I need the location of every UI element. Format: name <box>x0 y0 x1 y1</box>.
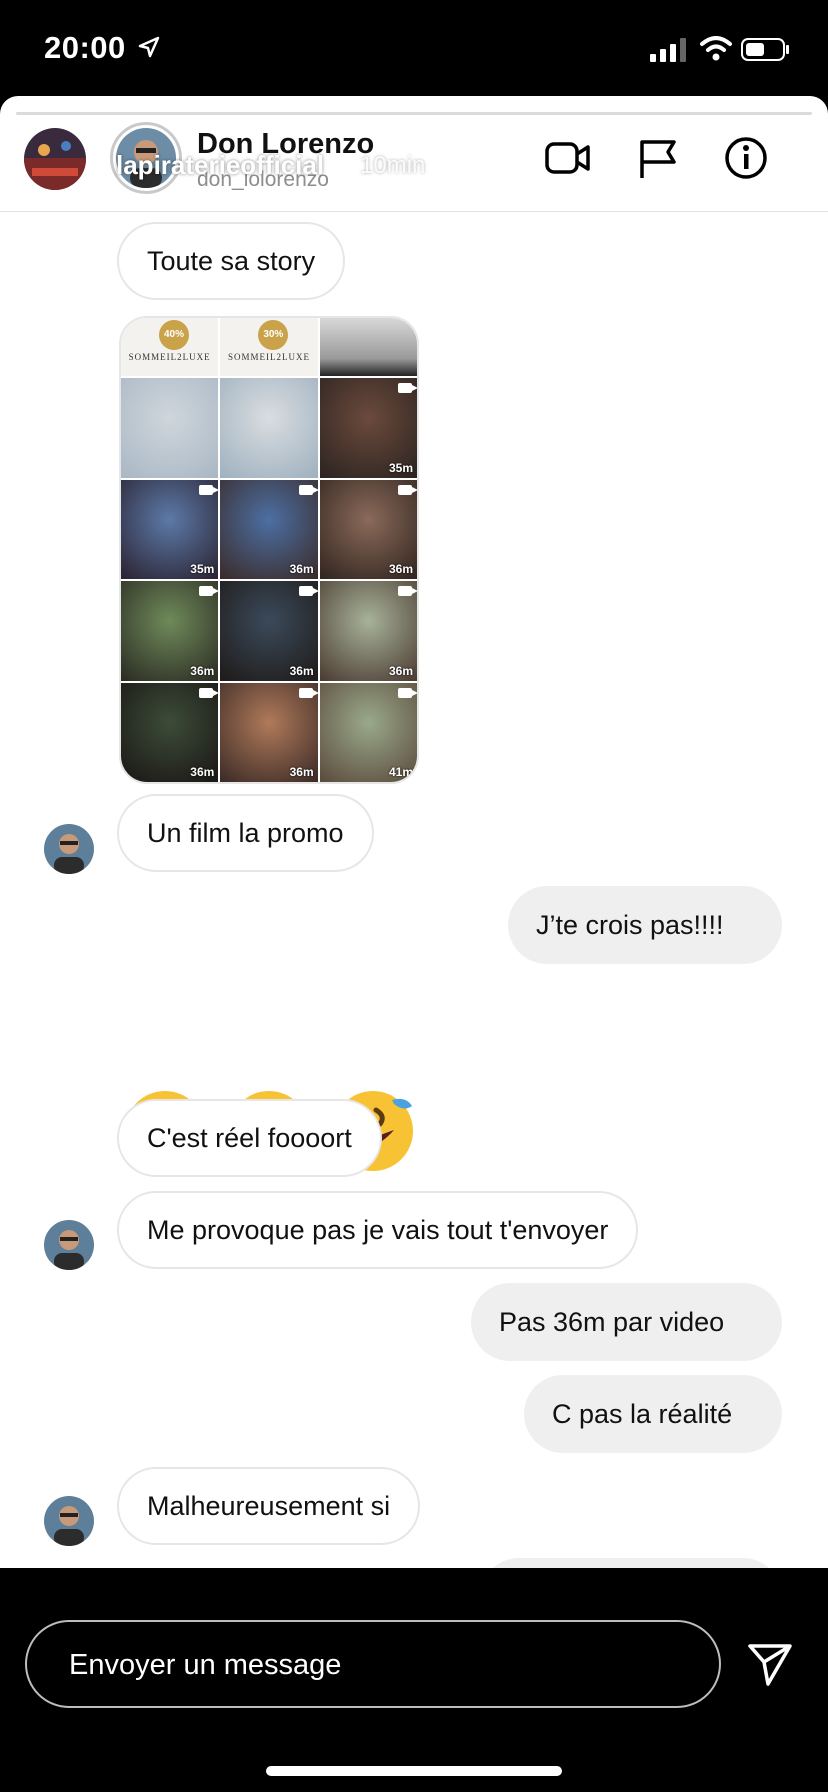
message-input[interactable] <box>67 1622 691 1708</box>
story-thumbnail[interactable]: 36m <box>220 479 318 579</box>
story-thumbnail[interactable]: 35m <box>319 378 417 478</box>
status-bar: 20:00 <box>0 0 828 100</box>
video-icon <box>398 383 417 393</box>
message-text: C'est réel foooort <box>147 1122 352 1153</box>
wifi-icon <box>700 36 732 61</box>
video-icon <box>398 484 417 495</box>
thumbnail-age-label: 36m <box>289 765 314 779</box>
message-text: Un film la promo <box>147 817 344 848</box>
message-avatar[interactable] <box>44 824 94 874</box>
message-text: Toute sa story <box>147 245 316 276</box>
cellular-signal-icon <box>650 38 686 62</box>
story-thumbnail[interactable] <box>220 378 318 478</box>
message-bubble-incoming[interactable]: Toute sa story <box>117 222 346 300</box>
message-bubble-incoming[interactable]: Un film la promo <box>117 794 374 872</box>
message-avatar[interactable] <box>44 1496 94 1546</box>
message-bubble-outgoing[interactable]: Pas 36m par video <box>471 1283 782 1361</box>
message-text: C pas la réalité <box>552 1398 733 1429</box>
message-bubble-outgoing-partial <box>480 1558 782 1568</box>
story-thumbnail[interactable]: 35m <box>121 479 219 579</box>
flag-icon[interactable] <box>638 138 678 180</box>
story-thumbnail[interactable]: 36m <box>319 479 417 579</box>
message-bubble-incoming[interactable]: Malheureusement si <box>117 1467 421 1545</box>
video-icon <box>298 586 318 596</box>
discount-badge: 30% <box>258 320 289 350</box>
thumbnail-age-label: 35m <box>190 562 215 576</box>
story-timestamp: 10min <box>360 152 426 179</box>
message-bubble-incoming[interactable]: Me provoque pas je vais tout t'envoyer <box>117 1191 639 1269</box>
story-thumbnail[interactable] <box>121 378 219 478</box>
story-ad-thumbnail[interactable]: 30% SOMMEIL2LUXE <box>220 318 318 376</box>
story-dm-overlay: Don Lorenzo don_lolorenzo lapiraterieoff… <box>0 96 828 1568</box>
thumbnail-age-label: 36m <box>388 663 413 678</box>
video-icon <box>398 586 417 596</box>
thumbnail-age-label: 36m <box>289 663 314 678</box>
message-text: J’te crois pas!!!! <box>536 909 724 940</box>
message-bubble-incoming[interactable]: C'est réel foooort <box>117 1099 382 1177</box>
thumbnail-age-label: 35m <box>388 460 413 475</box>
status-time: 20:00 <box>44 30 126 65</box>
message-composer[interactable] <box>25 1620 721 1708</box>
message-text: Me provoque pas je vais tout t'envoyer <box>147 1214 609 1245</box>
video-icon <box>298 484 318 495</box>
header-divider <box>0 211 828 212</box>
story-progress-bar <box>16 112 812 115</box>
story-thumbnail[interactable]: 36m <box>121 682 219 782</box>
story-thumbnail[interactable]: 36m <box>121 581 219 681</box>
thumbnail-age-label: 41m <box>388 765 413 779</box>
video-icon <box>199 687 219 698</box>
story-thumbnail-grid: 40% SOMMEIL2LUXE 30% SOMMEIL2LUXE 35m 35m 36m 3… <box>121 318 417 782</box>
story-ad-thumbnail[interactable]: 40% SOMMEIL2LUXE <box>121 318 219 376</box>
message-text: Pas 36m par video <box>499 1306 725 1337</box>
conversation-header: Don Lorenzo don_lolorenzo lapiraterieoff… <box>0 116 828 208</box>
story-thumbnail[interactable]: 36m <box>220 682 318 782</box>
battery-icon <box>741 38 789 61</box>
story-thumbnail[interactable]: 36m <box>220 581 318 681</box>
close-icon[interactable] <box>764 134 810 180</box>
shared-story-grid[interactable]: 40% SOMMEIL2LUXE 30% SOMMEIL2LUXE 35m 35m 36m 3… <box>119 316 419 784</box>
video-camera-icon[interactable] <box>545 138 591 178</box>
thumbnail-age-label: 36m <box>388 562 413 576</box>
home-indicator <box>266 1766 562 1776</box>
send-icon[interactable] <box>746 1640 794 1688</box>
video-icon <box>298 687 318 698</box>
video-icon <box>199 484 219 495</box>
location-arrow-icon <box>138 36 160 58</box>
video-icon <box>398 687 417 698</box>
story-thumbnail[interactable]: 36m <box>319 581 417 681</box>
video-icon <box>199 586 219 596</box>
thumbnail-age-label: 36m <box>190 765 215 779</box>
story-author-avatar[interactable] <box>24 128 86 190</box>
thumbnail-age-label: 36m <box>190 663 215 678</box>
story-username[interactable]: lapiraterieofficial <box>116 150 324 181</box>
story-thumbnail[interactable]: 41m <box>319 682 417 782</box>
story-thumbnail[interactable] <box>319 318 417 376</box>
message-text: Malheureusement si <box>147 1490 391 1521</box>
ad-brand: SOMMEIL2LUXE <box>227 352 310 362</box>
message-bubble-outgoing[interactable]: J’te crois pas!!!! <box>508 886 782 964</box>
thumbnail-age-label: 36m <box>289 562 314 576</box>
discount-badge: 40% <box>159 320 189 350</box>
more-icon[interactable] <box>692 156 722 166</box>
message-bubble-outgoing[interactable]: C pas la réalité <box>524 1375 782 1453</box>
message-avatar[interactable] <box>44 1220 94 1270</box>
info-icon[interactable] <box>724 136 768 180</box>
ad-brand: SOMMEIL2LUXE <box>128 352 211 362</box>
